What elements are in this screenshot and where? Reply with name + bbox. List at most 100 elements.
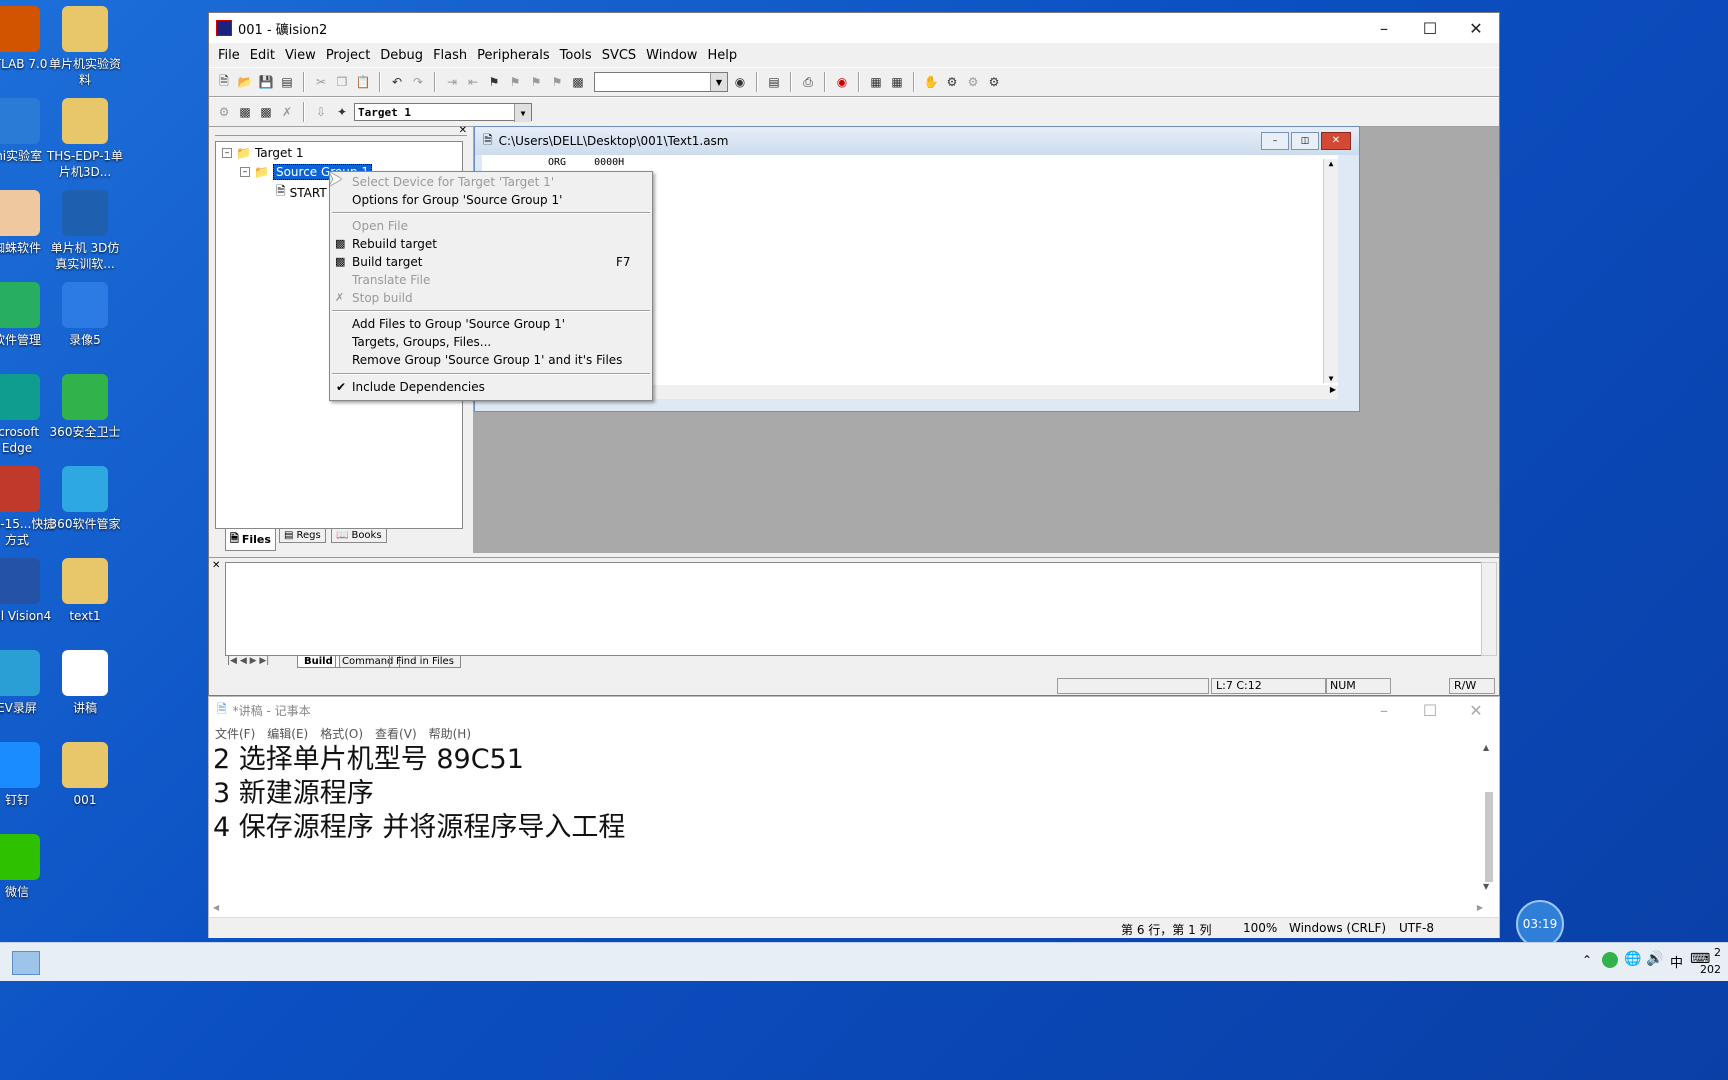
project-window-icon[interactable]: ▦	[867, 73, 885, 91]
np-menu-view[interactable]: 查看(V)	[375, 725, 417, 742]
chevron-down-icon[interactable]: ▼	[514, 104, 531, 122]
np-menu-edit[interactable]: 编辑(E)	[267, 725, 308, 742]
redo-icon[interactable]: ↷	[409, 73, 427, 91]
notepad-vscroll[interactable]: ▲ ▼	[1483, 743, 1495, 903]
compile-icon[interactable]: ⚙	[215, 103, 233, 121]
unindent-icon[interactable]: ⇤	[464, 73, 482, 91]
bookmark-clear-icon[interactable]: ⚑	[548, 73, 566, 91]
close-icon[interactable]: ✕	[1453, 697, 1499, 723]
menu-item-remove-group[interactable]: Remove Group 'Source Group 1' and it's F…	[352, 353, 622, 367]
rebuild-icon[interactable]: ▩	[257, 103, 275, 121]
desktop-icon[interactable]: 微信	[0, 834, 56, 900]
desktop-icon[interactable]: 录像5	[46, 282, 124, 348]
paste-icon[interactable]: 📋	[354, 73, 372, 91]
hand-icon[interactable]: ✋	[922, 73, 940, 91]
download-icon[interactable]: ⇩	[312, 103, 330, 121]
debug-start-icon[interactable]: ◉	[833, 73, 851, 91]
notepad-hscroll[interactable]: ◀ ▶	[213, 903, 1483, 915]
desktop-icon[interactable]: 360安全卫士	[46, 374, 124, 440]
np-menu-file[interactable]: 文件(F)	[215, 725, 255, 742]
tab-build[interactable]: Build	[297, 656, 340, 668]
maximize-icon[interactable]: ☐	[1407, 697, 1453, 723]
menu-item-options-group[interactable]: Options for Group 'Source Group 1'	[352, 193, 562, 207]
desktop-icon[interactable]: 001	[46, 742, 124, 808]
tree-file[interactable]: 🗎 START	[276, 182, 327, 203]
np-menu-help[interactable]: 帮助(H)	[429, 725, 471, 742]
tray-network-icon[interactable]: 🌐	[1624, 951, 1641, 967]
output-text-area[interactable]	[225, 562, 1485, 656]
np-menu-format[interactable]: 格式(O)	[320, 725, 363, 742]
recorder-timer[interactable]: 03:19	[1516, 900, 1564, 948]
editor-titlebar[interactable]: 🗎 C:\Users\DELL\Desktop\001\Text1.asm – …	[475, 127, 1359, 155]
goto-icon[interactable]: ▤	[765, 73, 783, 91]
minimize-icon[interactable]: –	[1361, 13, 1407, 43]
scroll-up-icon[interactable]: ▲	[1483, 743, 1495, 752]
close-icon[interactable]: ✕	[1321, 132, 1351, 150]
notepad-text-area[interactable]: 2 选择单片机型号 89C51 3 新建源程序 4 保存源程序 并将源程序导入工…	[213, 743, 1473, 903]
menu-window[interactable]: Window	[641, 48, 702, 63]
minimize-icon[interactable]: –	[1261, 132, 1289, 150]
bookmark-prev-icon[interactable]: ⚑	[506, 73, 524, 91]
collapse-icon[interactable]: –	[222, 148, 232, 158]
tool-b-icon[interactable]: ⚙	[964, 73, 982, 91]
target-options-icon[interactable]: ✦	[333, 103, 351, 121]
chevron-down-icon[interactable]: ▼	[710, 73, 727, 91]
menu-debug[interactable]: Debug	[375, 48, 428, 63]
tree-root[interactable]: – 📁 Target 1	[222, 146, 304, 160]
menu-item-select-device[interactable]: Select Device for Target 'Target 1'	[352, 175, 554, 189]
scroll-thumb[interactable]	[1485, 792, 1493, 882]
tab-books[interactable]: 📖 Books	[331, 529, 387, 543]
desktop-icon[interactable]: 单片机实验资料	[46, 6, 124, 88]
taskbar-notepad-icon[interactable]	[12, 951, 40, 975]
binoculars-icon[interactable]: ◉	[731, 73, 749, 91]
menu-project[interactable]: Project	[321, 48, 375, 63]
copy-icon[interactable]: ❐	[333, 73, 351, 91]
bookmark-icon[interactable]: ⚑	[485, 73, 503, 91]
undo-icon[interactable]: ↶	[388, 73, 406, 91]
restore-icon[interactable]: ◫	[1291, 132, 1319, 150]
clock-line-1[interactable]: 2	[1714, 946, 1721, 959]
desktop-icon[interactable]: text1	[46, 558, 124, 624]
open-file-icon[interactable]: 📂	[236, 73, 254, 91]
stop-build-icon[interactable]: ✗	[278, 103, 296, 121]
tray-volume-icon[interactable]: 🔊	[1646, 951, 1663, 967]
menu-edit[interactable]: Edit	[245, 48, 280, 63]
menu-help[interactable]: Help	[702, 48, 742, 63]
desktop-icon[interactable]: 单片机 3D仿真实训软...	[46, 190, 124, 272]
output-window-icon[interactable]: ▦	[888, 73, 906, 91]
scroll-right-icon[interactable]: ▶	[1330, 385, 1336, 394]
desktop-icon[interactable]: 360软件管家	[46, 466, 124, 532]
scroll-down-icon[interactable]: ▼	[1324, 374, 1338, 383]
maximize-icon[interactable]: ☐	[1407, 13, 1453, 43]
menu-item-open-file[interactable]: Open File	[352, 219, 408, 233]
build-icon[interactable]: ▩	[236, 103, 254, 121]
menu-item-add-files[interactable]: Add Files to Group 'Source Group 1'	[352, 317, 565, 331]
tab-regs[interactable]: ▤ Regs	[279, 529, 326, 543]
output-close-icon[interactable]: ✕	[212, 560, 220, 571]
tool-a-icon[interactable]: ⚙	[943, 73, 961, 91]
desktop-icon[interactable]: 讲稿	[46, 650, 124, 716]
menu-item-rebuild[interactable]: Rebuild target	[352, 237, 437, 251]
bookmark-next-icon[interactable]: ⚑	[527, 73, 545, 91]
scroll-down-icon[interactable]: ▼	[1483, 882, 1495, 891]
menu-peripherals[interactable]: Peripherals	[472, 48, 555, 63]
menu-item-translate[interactable]: Translate File	[352, 273, 430, 287]
new-file-icon[interactable]: 🗎	[215, 73, 233, 91]
clock-line-2[interactable]: 202	[1700, 963, 1721, 976]
tray-chevron-up-icon[interactable]: ⌃	[1582, 953, 1592, 967]
menu-flash[interactable]: Flash	[428, 48, 472, 63]
menu-item-targets-groups[interactable]: Targets, Groups, Files...	[352, 335, 491, 349]
save-all-icon[interactable]: ▤	[278, 73, 296, 91]
notepad-titlebar[interactable]: 🗎 *讲稿 - 记事本 – ☐ ✕	[209, 697, 1499, 723]
tab-find-in-files[interactable]: Find in Files	[389, 656, 461, 668]
output-tab-nav[interactable]: |◀ ◀ ▶ ▶|	[227, 656, 269, 666]
desktop-icon[interactable]: THS-EDP-1单片机3D...	[46, 98, 124, 180]
menu-tools[interactable]: Tools	[555, 48, 597, 63]
editor-vscroll[interactable]: ▲ ▼	[1323, 159, 1338, 383]
find-combo[interactable]: ▼	[594, 72, 728, 92]
panel-close-icon[interactable]: ✕	[459, 125, 467, 136]
menu-file[interactable]: File	[213, 48, 245, 63]
menu-view[interactable]: View	[280, 48, 321, 63]
menu-item-build[interactable]: Build target	[352, 255, 422, 269]
menu-svcs[interactable]: SVCS	[597, 48, 641, 63]
